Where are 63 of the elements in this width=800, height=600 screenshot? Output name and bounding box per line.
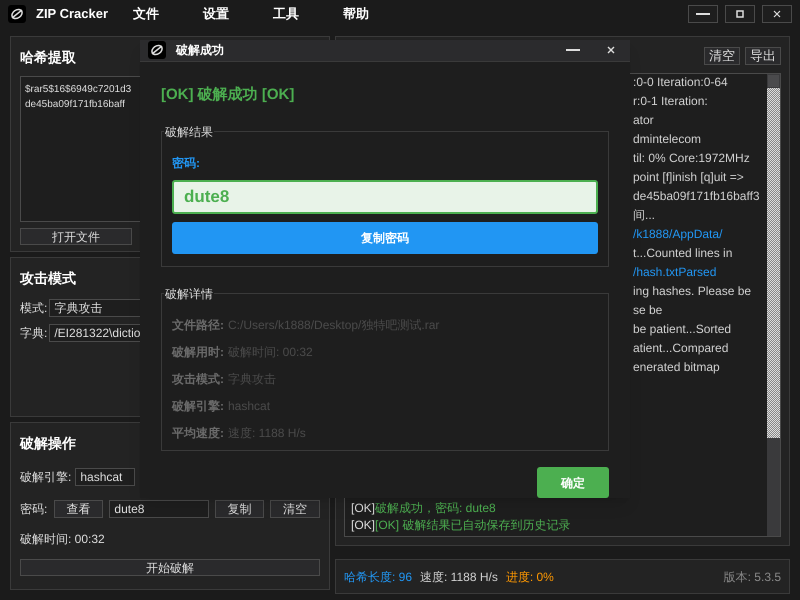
password-label: 密码: xyxy=(172,155,201,172)
password-field[interactable]: dute8 xyxy=(109,500,209,518)
log-line: 间... xyxy=(633,207,656,223)
log-toolbar-button[interactable]: 清空 xyxy=(704,47,740,65)
view-button[interactable]: 查看 xyxy=(54,500,104,518)
maximize-button[interactable] xyxy=(725,5,755,23)
log-line: de45ba09f171fb16baff3 xyxy=(633,188,761,204)
detail-label: 平均速度: xyxy=(172,425,224,442)
log-line: /hash.txtParsed xyxy=(633,264,718,280)
engine-field[interactable]: hashcat xyxy=(75,468,136,486)
menu-item[interactable]: 设置 xyxy=(203,4,230,24)
log-line: t...Counted lines in xyxy=(633,245,734,261)
panel-title: 破解操作 xyxy=(20,434,76,453)
dialog-logo-icon xyxy=(148,41,166,60)
log-line: :0-0 Iteration:0-64 xyxy=(633,74,729,90)
detail-label: 文件路径: xyxy=(172,317,224,334)
log-line: r:0-1 Iteration: xyxy=(633,93,709,109)
close-icon xyxy=(773,10,781,18)
log-line: enerated bitmap xyxy=(633,359,721,375)
crack-time: 破解时间: 00:32 xyxy=(20,531,106,548)
success-headline: [OK] 破解成功 [OK] xyxy=(161,84,296,104)
detail-label: 破解引擎: xyxy=(172,398,224,415)
menu-item[interactable]: 帮助 xyxy=(343,4,370,24)
detail-label: 破解用时: xyxy=(172,344,224,361)
log-line: dmintelecom xyxy=(633,131,702,147)
log-line: til: 0% Core:1972MHz xyxy=(633,150,751,166)
log-line: ator xyxy=(633,112,655,128)
detail-label: 攻击模式: xyxy=(172,371,224,388)
minimize-button[interactable] xyxy=(688,5,718,23)
close-button[interactable] xyxy=(762,5,792,23)
engine-label: 破解引擎: xyxy=(20,469,72,486)
log-line: be patient...Sorted xyxy=(633,321,732,337)
status-text: 哈希长度: 96 xyxy=(344,568,412,586)
log-line: /k1888/AppData/ xyxy=(633,226,724,242)
start-button[interactable]: 开始破解 xyxy=(20,559,320,576)
menu-item[interactable]: 文件 xyxy=(133,4,160,24)
app-title: ZIP Cracker xyxy=(36,5,108,24)
log-line: point [f]inish [q]uit => xyxy=(633,169,745,185)
log-toolbar-button[interactable]: 导出 xyxy=(745,47,781,65)
scrollbar[interactable] xyxy=(767,74,780,536)
group-title: 破解结果 xyxy=(164,123,214,141)
mode-label: 模式: xyxy=(20,300,48,317)
dictionary-label: 字典: xyxy=(20,325,48,342)
minimize-icon xyxy=(696,13,710,15)
status-text: 进度: 0% xyxy=(506,568,554,586)
maximize-icon xyxy=(736,10,744,18)
group-title: 破解详情 xyxy=(164,285,214,303)
clear-button[interactable]: 清空 xyxy=(270,500,320,518)
panel-title: 哈希提取 xyxy=(20,48,76,67)
panel-title: 攻击模式 xyxy=(20,269,76,288)
version-text: 版本: 5.3.5 xyxy=(724,568,781,586)
log-line: ing hashes. Please be xyxy=(633,283,752,299)
password-label: 密码: xyxy=(20,501,48,518)
status-text: 速度: 1188 H/s xyxy=(420,568,498,586)
app-logo-icon xyxy=(8,5,26,23)
log-line: atient...Compared xyxy=(633,340,730,356)
log-line: se be xyxy=(633,302,664,318)
copy-button[interactable]: 复制 xyxy=(214,500,264,518)
dialog-title: 破解成功 xyxy=(176,42,224,60)
menu-item[interactable]: 工具 xyxy=(273,4,300,24)
open-file-button[interactable]: 打开文件 xyxy=(20,228,132,245)
log-line: [OK][OK] 破解结果已自动保存到历史记录 xyxy=(351,517,572,534)
log-line: [OK]破解成功，密码: dute8 xyxy=(351,500,497,517)
